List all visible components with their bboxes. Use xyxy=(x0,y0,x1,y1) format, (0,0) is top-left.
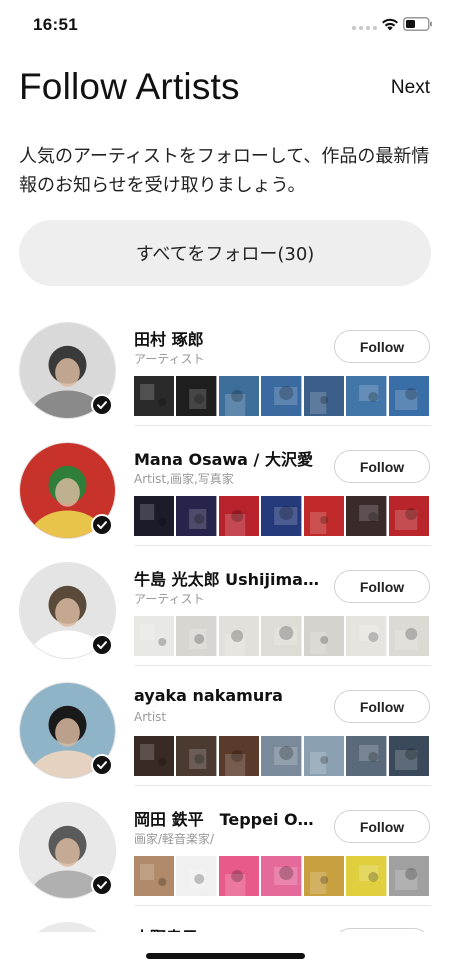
wifi-icon xyxy=(382,18,398,31)
artist-name: 岡田 鉄平 Teppei Okada xyxy=(134,810,324,829)
artist-role: アーティスト xyxy=(134,592,205,606)
artwork-thumbnail[interactable] xyxy=(176,376,217,416)
checkmark-icon xyxy=(91,754,113,776)
artwork-strip xyxy=(134,376,429,416)
artwork-thumbnail[interactable] xyxy=(134,616,175,656)
artwork-thumbnail[interactable] xyxy=(176,616,217,656)
follow-all-button[interactable]: すべてをフォロー(30) xyxy=(19,220,431,286)
artwork-strip xyxy=(134,856,429,896)
artwork-thumbnail[interactable] xyxy=(261,376,302,416)
status-time: 16:51 xyxy=(33,15,78,34)
checkmark-icon xyxy=(91,874,113,896)
artwork-thumbnail[interactable] xyxy=(218,496,260,536)
artist-row-partial[interactable]: 小野幸子 xyxy=(0,906,450,932)
artwork-strip xyxy=(134,616,429,656)
artwork-thumbnail[interactable] xyxy=(303,616,345,656)
artwork-thumbnail[interactable] xyxy=(388,496,429,536)
artwork-thumbnail[interactable] xyxy=(388,736,429,776)
artwork-thumbnail[interactable] xyxy=(346,736,387,776)
artwork-thumbnail[interactable] xyxy=(176,856,217,896)
battery-icon xyxy=(403,17,432,31)
signal-icon xyxy=(352,26,377,30)
artwork-thumbnail[interactable] xyxy=(388,856,429,896)
page-title: Follow Artists xyxy=(19,66,240,107)
artwork-thumbnail[interactable] xyxy=(303,856,345,896)
artist-row[interactable]: 岡田 鉄平 Teppei Okada 画家/軽音楽家/ Follow xyxy=(0,786,450,906)
artwork-thumbnail[interactable] xyxy=(218,376,260,416)
checkmark-icon xyxy=(91,634,113,656)
artwork-thumbnail[interactable] xyxy=(303,376,345,416)
artist-role: Artist,画家,写真家 xyxy=(134,472,234,486)
artwork-thumbnail[interactable] xyxy=(218,856,260,896)
artwork-thumbnail[interactable] xyxy=(134,736,175,776)
follow-button[interactable]: Follow xyxy=(334,690,430,723)
artwork-thumbnail[interactable] xyxy=(176,736,217,776)
artist-avatar[interactable] xyxy=(19,922,116,932)
artwork-thumbnail[interactable] xyxy=(261,736,302,776)
artist-row[interactable]: ayaka nakamura Artist Follow xyxy=(0,666,450,786)
follow-button[interactable]: Follow xyxy=(334,570,430,603)
artwork-strip xyxy=(134,496,429,536)
artist-role: アーティスト xyxy=(134,352,205,366)
artwork-thumbnail[interactable] xyxy=(346,616,387,656)
follow-button[interactable]: Follow xyxy=(334,450,430,483)
artwork-thumbnail[interactable] xyxy=(346,376,387,416)
artist-row[interactable]: 牛島 光太郎 Ushijima K… アーティスト Follow xyxy=(0,546,450,666)
artwork-thumbnail[interactable] xyxy=(388,376,429,416)
artwork-thumbnail[interactable] xyxy=(261,496,302,536)
home-indicator[interactable] xyxy=(146,953,305,959)
artwork-thumbnail[interactable] xyxy=(134,856,175,896)
artwork-thumbnail[interactable] xyxy=(218,616,260,656)
artist-name: Mana Osawa / 大沢愛 xyxy=(134,450,313,469)
artist-name: 田村 琢郎 xyxy=(134,330,204,349)
artwork-strip xyxy=(134,736,429,776)
checkmark-icon xyxy=(91,394,113,416)
artist-role: Artist xyxy=(134,710,167,724)
artist-name: ayaka nakamura xyxy=(134,686,283,705)
status-bar: 16:51 xyxy=(0,0,450,48)
artwork-thumbnail[interactable] xyxy=(303,736,345,776)
artwork-thumbnail[interactable] xyxy=(346,496,387,536)
checkmark-icon xyxy=(91,514,113,536)
bottom-safe-area xyxy=(0,932,450,972)
artist-name: 牛島 光太郎 Ushijima K… xyxy=(134,570,324,589)
page-subtitle: 人気のアーティストをフォローして、作品の最新情報のお知らせを受け取りましょう。 xyxy=(19,146,430,196)
artwork-thumbnail[interactable] xyxy=(134,496,175,536)
follow-button[interactable]: Follow xyxy=(334,330,430,363)
artist-row[interactable]: 田村 琢郎 アーティスト Follow xyxy=(0,306,450,426)
next-button[interactable]: Next xyxy=(391,77,430,99)
artwork-thumbnail[interactable] xyxy=(176,496,217,536)
artist-list: 田村 琢郎 アーティスト Follow Mana Osawa / 大沢愛 Art… xyxy=(0,306,450,932)
artist-row[interactable]: Mana Osawa / 大沢愛 Artist,画家,写真家 Follow xyxy=(0,426,450,546)
artist-name: 小野幸子 xyxy=(134,924,198,932)
follow-button[interactable]: Follow xyxy=(334,810,430,843)
artwork-thumbnail[interactable] xyxy=(134,376,175,416)
artwork-thumbnail[interactable] xyxy=(346,856,387,896)
artwork-thumbnail[interactable] xyxy=(218,736,260,776)
artist-role: 画家/軽音楽家/ xyxy=(134,832,215,846)
artwork-thumbnail[interactable] xyxy=(303,496,345,536)
artwork-thumbnail[interactable] xyxy=(388,616,429,656)
artwork-thumbnail[interactable] xyxy=(261,856,302,896)
artwork-thumbnail[interactable] xyxy=(261,616,302,656)
